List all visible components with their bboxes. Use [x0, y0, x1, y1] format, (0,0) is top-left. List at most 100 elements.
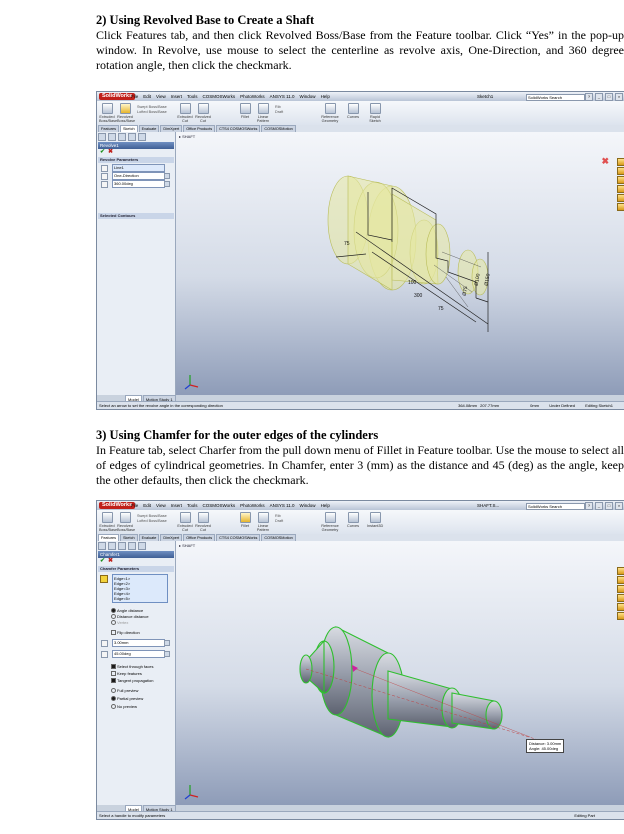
menu-edit[interactable]: Edit — [143, 503, 151, 508]
select-through-faces-checkbox[interactable]: Select through faces — [111, 664, 153, 670]
menu-window[interactable]: Window — [300, 503, 316, 508]
menu-photoworks[interactable]: PhotoWorks — [240, 503, 264, 508]
tab-cosmosworks[interactable]: CTS4 COSMOSWorks — [216, 125, 261, 132]
close-button[interactable]: × — [615, 502, 623, 510]
tab-sketch[interactable]: Sketch — [119, 534, 138, 541]
tab-dimxpert[interactable]: DimXpert — [160, 534, 183, 541]
design-library-icon[interactable] — [617, 576, 624, 584]
revolve-type-select[interactable]: One-Direction — [112, 172, 165, 180]
dimxpert-icon[interactable] — [128, 133, 136, 141]
file-explorer-icon[interactable] — [617, 176, 624, 184]
search-input[interactable]: SolidWorks Search — [526, 94, 585, 101]
feature-tree-icon[interactable] — [98, 133, 106, 141]
design-library-icon[interactable] — [617, 167, 624, 175]
chamfer-distance-field[interactable]: 3.00mm — [112, 639, 165, 647]
curves-button[interactable]: Curves — [345, 103, 361, 119]
fillet-button[interactable]: Fillet — [237, 103, 253, 119]
configuration-icon[interactable] — [118, 133, 126, 141]
menu-tools[interactable]: Tools — [187, 503, 198, 508]
exit-sketch-icon[interactable]: ✖ — [601, 156, 609, 167]
configuration-icon[interactable] — [118, 542, 126, 550]
view-palette-icon[interactable] — [617, 603, 624, 611]
flip-direction-checkbox[interactable]: Flip direction — [111, 630, 140, 636]
draft-item[interactable]: Draft — [275, 110, 283, 115]
extruded-cut-button[interactable]: Extruded Cut — [177, 103, 193, 123]
cancel-x-icon[interactable]: ✖ — [108, 558, 113, 565]
search-icon[interactable] — [617, 185, 624, 193]
appearances-icon[interactable] — [617, 612, 624, 620]
menu-ansys[interactable]: ANSYS 11.0 — [270, 94, 295, 99]
spin-arrows-icon[interactable] — [164, 640, 170, 646]
ok-checkmark-icon[interactable]: ✔ — [100, 149, 105, 156]
no-preview-radio[interactable]: No preview — [111, 704, 137, 710]
help-button[interactable]: ? — [585, 93, 593, 101]
tangent-propagation-checkbox[interactable]: Tangent propagation — [111, 678, 153, 684]
vertex-radio[interactable]: Vertex — [111, 620, 128, 626]
menu-view[interactable]: View — [156, 94, 166, 99]
tab-cosmosmotion[interactable]: COSMOSMotion — [261, 534, 296, 541]
search-icon[interactable] — [617, 594, 624, 602]
property-manager-icon[interactable] — [108, 542, 116, 550]
extruded-cut-button[interactable]: Extruded Cut — [177, 512, 193, 532]
revolve-axis-field[interactable]: Line1 — [112, 164, 165, 172]
edge-item[interactable]: Edge<5> — [114, 596, 166, 601]
draft-item[interactable]: Draft — [275, 519, 283, 524]
menu-photoworks[interactable]: PhotoWorks — [240, 94, 264, 99]
angle-distance-radio[interactable]: Angle distance — [111, 608, 143, 614]
feature-tree-icon[interactable] — [98, 542, 106, 550]
graphics-viewport[interactable]: ▸ SHAFT — [176, 132, 624, 395]
graphics-viewport[interactable]: ▸ SHAFT — [176, 541, 624, 805]
maximize-button[interactable]: □ — [605, 502, 613, 510]
menu-ansys[interactable]: ANSYS 11.0 — [270, 503, 295, 508]
keep-features-checkbox[interactable]: Keep features — [111, 671, 142, 677]
view-palette-icon[interactable] — [617, 194, 624, 202]
file-explorer-icon[interactable] — [617, 585, 624, 593]
curves-button[interactable]: Curves — [345, 512, 361, 528]
edges-list[interactable]: Edge<1> Edge<2> Edge<3> Edge<4> Edge<5> — [112, 574, 168, 603]
partial-preview-radio[interactable]: Partial preview — [111, 696, 143, 702]
tab-office-products[interactable]: Office Products — [183, 125, 216, 132]
callout-angle[interactable]: Angle: 45.00deg — [529, 746, 561, 751]
tab-cosmosmotion[interactable]: COSMOSMotion — [261, 125, 296, 132]
extruded-boss-button[interactable]: Extruded Boss/Base — [99, 103, 117, 123]
selected-contours-group[interactable]: Selected Contours — [98, 213, 174, 219]
revolved-cut-button[interactable]: Revolved Cut — [195, 103, 211, 123]
minimize-button[interactable]: _ — [595, 502, 603, 510]
spin-arrows-icon[interactable] — [164, 181, 170, 187]
cancel-x-icon[interactable]: ✖ — [108, 149, 113, 156]
property-manager-icon[interactable] — [108, 133, 116, 141]
full-preview-radio[interactable]: Full preview — [111, 688, 138, 694]
tab-features[interactable]: Features — [98, 534, 119, 541]
chevron-down-icon[interactable] — [164, 173, 170, 179]
ok-checkmark-icon[interactable]: ✔ — [100, 558, 105, 565]
maximize-button[interactable]: □ — [605, 93, 613, 101]
tab-evaluate[interactable]: Evaluate — [138, 125, 160, 132]
menu-file[interactable]: File — [131, 503, 138, 508]
display-icon[interactable] — [138, 542, 146, 550]
rapid-sketch-button[interactable]: Rapid Sketch — [367, 103, 383, 123]
linear-pattern-button[interactable]: Linear Pattern — [255, 103, 271, 123]
spin-arrows-icon[interactable] — [164, 651, 170, 657]
revolve-parameters-group[interactable]: Revolve Parameters — [98, 157, 174, 163]
menu-insert[interactable]: Insert — [171, 94, 182, 99]
menu-insert[interactable]: Insert — [171, 503, 182, 508]
tab-dimxpert[interactable]: DimXpert — [160, 125, 183, 132]
menu-edit[interactable]: Edit — [143, 94, 151, 99]
reference-geometry-button[interactable]: Reference Geometry — [319, 512, 341, 532]
dimxpert-icon[interactable] — [128, 542, 136, 550]
help-button[interactable]: ? — [585, 502, 593, 510]
lofted-boss-item[interactable]: Lofted Boss/Base — [137, 519, 167, 524]
search-input[interactable]: SolidWorks Search — [526, 503, 585, 510]
extruded-boss-button[interactable]: Extruded Boss/Base — [99, 512, 117, 532]
tab-cosmosworks[interactable]: CTS4 COSMOSWorks — [216, 534, 261, 541]
menu-view[interactable]: View — [156, 503, 166, 508]
tab-sketch[interactable]: Sketch — [119, 125, 138, 132]
menu-file[interactable]: File — [131, 94, 138, 99]
menu-cosmosworks[interactable]: COSMOSWorks — [203, 503, 236, 508]
menu-window[interactable]: Window — [300, 94, 316, 99]
chamfer-angle-field[interactable]: 45.00deg — [112, 650, 165, 658]
menu-help[interactable]: Help — [321, 94, 330, 99]
revolved-boss-button[interactable]: Revolved Boss/Base — [117, 103, 135, 123]
instant3d-button[interactable]: Instant3D — [367, 512, 383, 528]
distance-distance-radio[interactable]: Distance distance — [111, 614, 149, 620]
